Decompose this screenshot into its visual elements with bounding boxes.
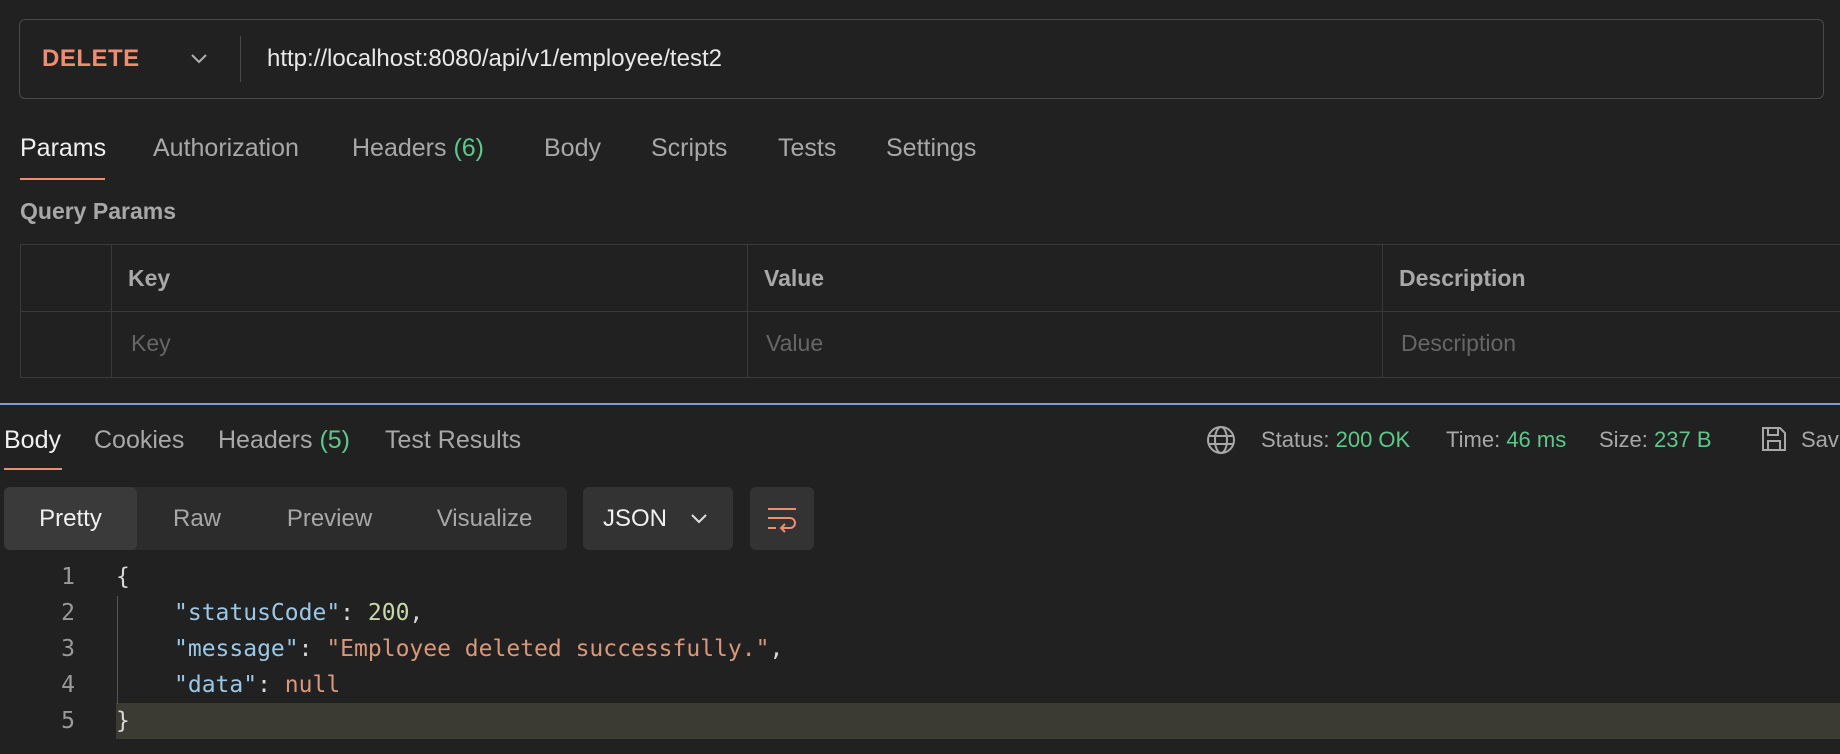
table-header-divider xyxy=(21,311,1840,312)
response-size: Size: 237 B xyxy=(1599,420,1712,460)
line-number: 3 xyxy=(61,636,75,662)
response-tab-body[interactable]: Body xyxy=(4,420,61,460)
wrap-lines-button[interactable] xyxy=(750,487,814,550)
response-tab-headers-count: (5) xyxy=(319,426,351,454)
response-status: Status: 200 OK xyxy=(1261,420,1410,460)
code-line: { xyxy=(116,564,130,590)
json-value: null xyxy=(284,672,341,698)
tab-body[interactable]: Body xyxy=(544,128,601,168)
table-column-divider xyxy=(1382,245,1383,377)
code-line: "message": "Employee deleted successfull… xyxy=(174,631,783,667)
json-separator: : xyxy=(340,600,368,626)
query-params-table: Key Value Description Key Value Descript… xyxy=(20,244,1840,378)
json-key: "statusCode" xyxy=(174,600,341,626)
chevron-down-icon[interactable] xyxy=(185,45,213,73)
format-select[interactable]: JSON xyxy=(583,487,733,550)
json-trailing: , xyxy=(769,636,784,662)
view-mode-raw[interactable]: Raw xyxy=(137,487,257,550)
description-input[interactable]: Description xyxy=(1401,311,1516,377)
view-mode-visualize[interactable]: Visualize xyxy=(402,487,567,550)
response-tab-headers[interactable]: Headers (5) xyxy=(218,420,350,460)
json-key: "message" xyxy=(174,636,299,662)
request-url-bar: DELETE http://localhost:8080/api/v1/empl… xyxy=(19,19,1824,99)
active-response-tab-indicator xyxy=(4,468,62,470)
view-mode-preview[interactable]: Preview xyxy=(257,487,402,550)
size-label: Size: xyxy=(1599,427,1648,452)
line-number: 4 xyxy=(61,672,75,698)
key-input[interactable]: Key xyxy=(131,311,171,377)
view-mode-pretty[interactable]: Pretty xyxy=(4,487,137,550)
code-line: } xyxy=(116,708,130,734)
query-params-title: Query Params xyxy=(20,198,176,224)
tab-params[interactable]: Params xyxy=(20,128,106,168)
line-number: 1 xyxy=(61,564,75,590)
response-time: Time: 46 ms xyxy=(1446,420,1566,460)
tab-headers[interactable]: Headers (6) xyxy=(352,128,484,168)
save-icon xyxy=(1762,427,1786,451)
tab-tests[interactable]: Tests xyxy=(778,128,836,168)
tab-headers-label: Headers xyxy=(352,134,447,162)
save-response-label: Sav xyxy=(1801,427,1839,452)
globe-icon[interactable] xyxy=(1205,424,1237,456)
tab-settings[interactable]: Settings xyxy=(886,128,976,168)
table-column-divider xyxy=(111,245,112,377)
line-number: 2 xyxy=(61,600,75,626)
tab-scripts[interactable]: Scripts xyxy=(651,128,727,168)
code-line: "data": null xyxy=(174,667,340,703)
line-number: 5 xyxy=(61,708,75,734)
save-response-button[interactable]: Sav xyxy=(1757,420,1840,460)
format-select-value: JSON xyxy=(603,505,668,532)
json-key: "data" xyxy=(174,672,258,698)
wrap-lines-icon xyxy=(768,508,796,533)
json-separator: : xyxy=(257,672,285,698)
http-method-select[interactable]: DELETE xyxy=(42,20,140,98)
tab-authorization[interactable]: Authorization xyxy=(153,128,299,168)
chevron-down-icon xyxy=(691,514,707,524)
time-label: Time: xyxy=(1446,427,1501,452)
indent-guide xyxy=(117,596,118,704)
json-trailing: , xyxy=(409,600,424,626)
url-input[interactable]: http://localhost:8080/api/v1/employee/te… xyxy=(267,20,722,98)
table-column-divider xyxy=(747,245,748,377)
column-header-key: Key xyxy=(128,265,171,291)
json-separator: : xyxy=(298,636,327,662)
code-line: "statusCode": 200, xyxy=(174,595,423,631)
column-header-description: Description xyxy=(1399,265,1526,291)
pane-resize-handle[interactable] xyxy=(0,403,1840,405)
url-separator xyxy=(240,36,241,82)
response-tab-headers-label: Headers xyxy=(218,426,313,454)
current-line-highlight xyxy=(116,703,1840,739)
json-value: "Employee deleted successfully." xyxy=(326,636,770,662)
active-tab-indicator xyxy=(20,178,105,180)
json-value: 200 xyxy=(367,600,410,626)
size-value: 237 B xyxy=(1654,427,1712,452)
status-label: Status: xyxy=(1261,427,1330,452)
tab-headers-count: (6) xyxy=(453,134,485,162)
response-tab-cookies[interactable]: Cookies xyxy=(94,420,184,460)
time-value: 46 ms xyxy=(1506,427,1567,452)
response-tab-test-results[interactable]: Test Results xyxy=(385,420,521,460)
view-mode-selector: Pretty Raw Preview Visualize xyxy=(4,487,567,550)
value-input[interactable]: Value xyxy=(766,311,823,377)
status-value: 200 OK xyxy=(1335,427,1411,452)
column-header-value: Value xyxy=(764,265,825,291)
